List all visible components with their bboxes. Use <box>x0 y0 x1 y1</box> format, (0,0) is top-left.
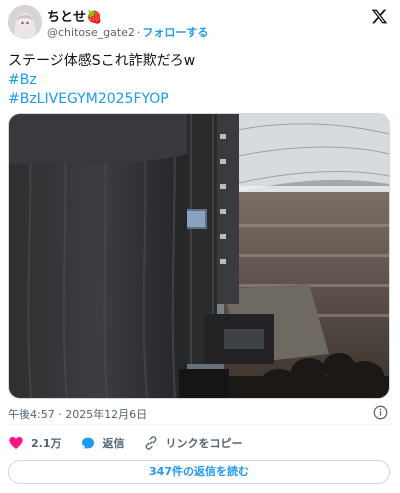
follow-button[interactable]: フォローする <box>142 26 208 39</box>
heart-icon <box>9 437 23 449</box>
reply-icon <box>81 437 94 449</box>
reply-label: 返信 <box>102 437 125 450</box>
avatar[interactable] <box>8 5 42 39</box>
divider <box>8 424 392 425</box>
like-count: 2.1万 <box>31 437 62 450</box>
tweet-body: ステージ体感Sこれ詐欺だろw <box>8 53 196 69</box>
link-icon <box>145 436 156 450</box>
hashtag-link[interactable]: #Bz <box>8 71 195 90</box>
like-button[interactable]: 2.1万 <box>8 435 62 451</box>
tweet-card: ちとせ🍓 @chitose_gate2 · フォローする ステージ体感Sこれ詐欺だろ… <box>0 0 400 493</box>
read-replies-button[interactable]: 347件の返信を読む <box>8 460 390 484</box>
action-bar: 2.1万 返信 リンクをコピー <box>8 434 261 452</box>
info-icon[interactable] <box>373 405 388 420</box>
display-name[interactable]: ちとせ🍓 <box>47 6 102 25</box>
tweet-timestamp[interactable]: 午後4:57 · 2025年12月6日 <box>8 406 147 422</box>
separator: · <box>136 26 141 39</box>
copy-link-label: リンクをコピー <box>165 437 243 450</box>
tweet-text: ステージ体感Sこれ詐欺だろw #Bz #BzLIVEGYM2025FYOP <box>8 52 195 109</box>
hashtag-link[interactable]: #BzLIVEGYM2025FYOP <box>8 90 195 109</box>
reply-button[interactable]: 返信 <box>80 435 125 451</box>
author-meta: @chitose_gate2 · フォローする <box>47 24 208 40</box>
copy-link-button[interactable]: リンクをコピー <box>143 435 243 451</box>
x-logo-icon[interactable] <box>371 8 388 25</box>
user-handle[interactable]: @chitose_gate2 <box>47 26 135 39</box>
tweet-photo[interactable] <box>8 113 390 399</box>
